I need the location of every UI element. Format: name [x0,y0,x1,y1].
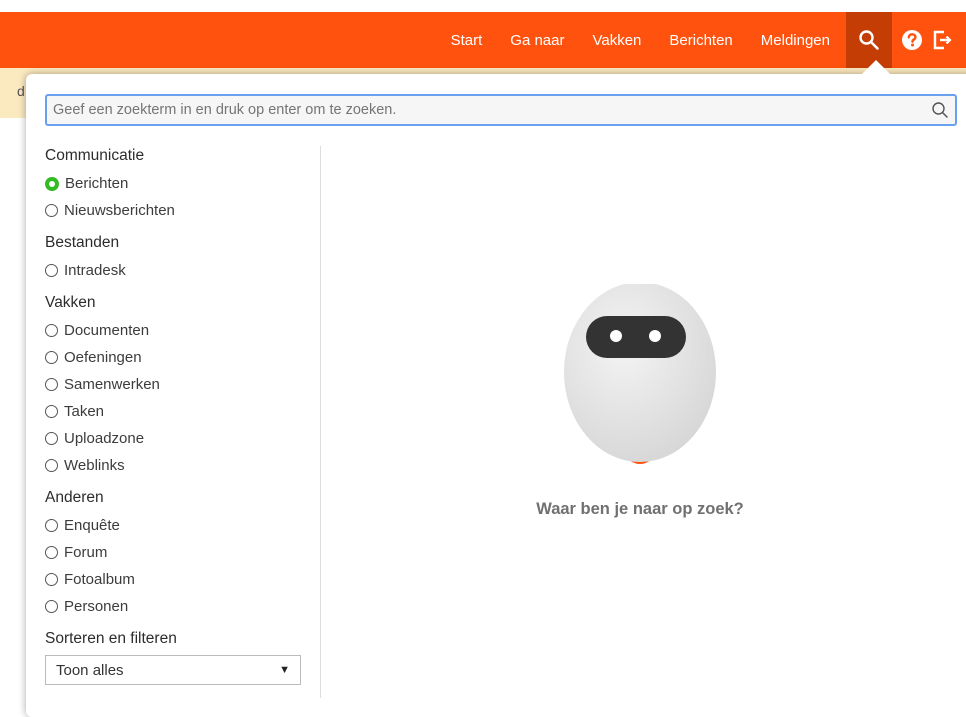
group-title: Bestanden [45,234,120,251]
group-title: Communicatie [45,147,145,164]
search-box [45,94,957,126]
filter-group-vakken: Vakken Documenten Oefeningen Samenwerken… [45,293,320,479]
nav-item-start[interactable]: Start [451,32,483,49]
radio[interactable] [45,573,58,586]
radio[interactable] [45,351,58,364]
option-label: Weblinks [64,457,125,474]
logout-button[interactable] [932,12,966,68]
group-title: Anderen [45,489,104,506]
option-intradesk[interactable]: Intradesk [45,257,320,284]
search-icon[interactable] [931,101,949,119]
option-enquete[interactable]: Enquête [45,512,320,539]
nav-item-ga-naar[interactable]: Ga naar [510,32,564,49]
option-documenten[interactable]: Documenten [45,317,320,344]
radio[interactable] [45,204,58,217]
nav-item-meldingen[interactable]: Meldingen [761,32,830,49]
option-fotoalbum[interactable]: Fotoalbum [45,566,320,593]
option-uploadzone[interactable]: Uploadzone [45,425,320,452]
filter-group-bestanden: Bestanden Intradesk [45,233,320,284]
help-icon [902,30,922,50]
sort-select[interactable]: Toon alles ▼ [45,655,301,685]
filter-group-anderen: Anderen Enquête Forum Fotoalbum Personen [45,488,320,620]
dropdown-arrow-icon: ▼ [279,664,290,676]
nav-item-vakken[interactable]: Vakken [592,32,641,49]
radio[interactable] [45,432,58,445]
option-nieuwsberichten[interactable]: Nieuwsberichten [45,197,320,224]
radio[interactable] [45,264,58,277]
option-label: Documenten [64,322,150,339]
option-oefeningen[interactable]: Oefeningen [45,344,320,371]
radio[interactable] [45,405,58,418]
radio[interactable] [45,378,58,391]
option-label: Uploadzone [64,430,145,447]
top-navigation-bar: Start Ga naar Vakken Berichten Meldingen [0,12,966,68]
sort-filter-title: Sorteren en filteren [45,630,177,647]
radio[interactable] [45,324,58,337]
dropdown-caret [862,60,890,74]
empty-state: Waar ben je naar op zoek? [320,284,960,519]
empty-state-message: Waar ben je naar op zoek? [536,500,744,518]
option-label: Oefeningen [64,349,142,366]
option-label: Berichten [65,175,129,192]
search-input[interactable] [47,96,917,124]
radio[interactable] [45,600,58,613]
robot-illustration [564,284,716,464]
option-label: Fotoalbum [64,571,135,588]
radio[interactable] [45,519,58,532]
option-label: Samenwerken [64,376,160,393]
option-label: Intradesk [64,262,126,279]
option-label: Nieuwsberichten [64,202,175,219]
background-text: d [17,83,25,99]
radio[interactable] [45,546,58,559]
filter-sidebar: Communicatie Berichten Nieuwsberichten B… [45,146,321,698]
option-label: Taken [64,403,105,420]
logout-icon [933,30,952,50]
search-dropdown-panel: Communicatie Berichten Nieuwsberichten B… [26,74,966,717]
option-berichten[interactable]: Berichten [45,170,320,197]
option-label: Forum [64,544,108,561]
option-forum[interactable]: Forum [45,539,320,566]
radio[interactable] [45,459,58,472]
filter-group-communicatie: Communicatie Berichten Nieuwsberichten [45,146,320,224]
option-samenwerken[interactable]: Samenwerken [45,371,320,398]
option-taken[interactable]: Taken [45,398,320,425]
option-label: Enquête [64,517,120,534]
nav-item-berichten[interactable]: Berichten [669,32,732,49]
search-icon [859,30,879,50]
option-label: Personen [64,598,129,615]
help-button[interactable] [892,12,932,68]
sort-select-value: Toon alles [56,661,124,679]
option-personen[interactable]: Personen [45,593,320,620]
group-title: Vakken [45,294,96,311]
radio-checked[interactable] [45,176,59,191]
option-weblinks[interactable]: Weblinks [45,452,320,479]
